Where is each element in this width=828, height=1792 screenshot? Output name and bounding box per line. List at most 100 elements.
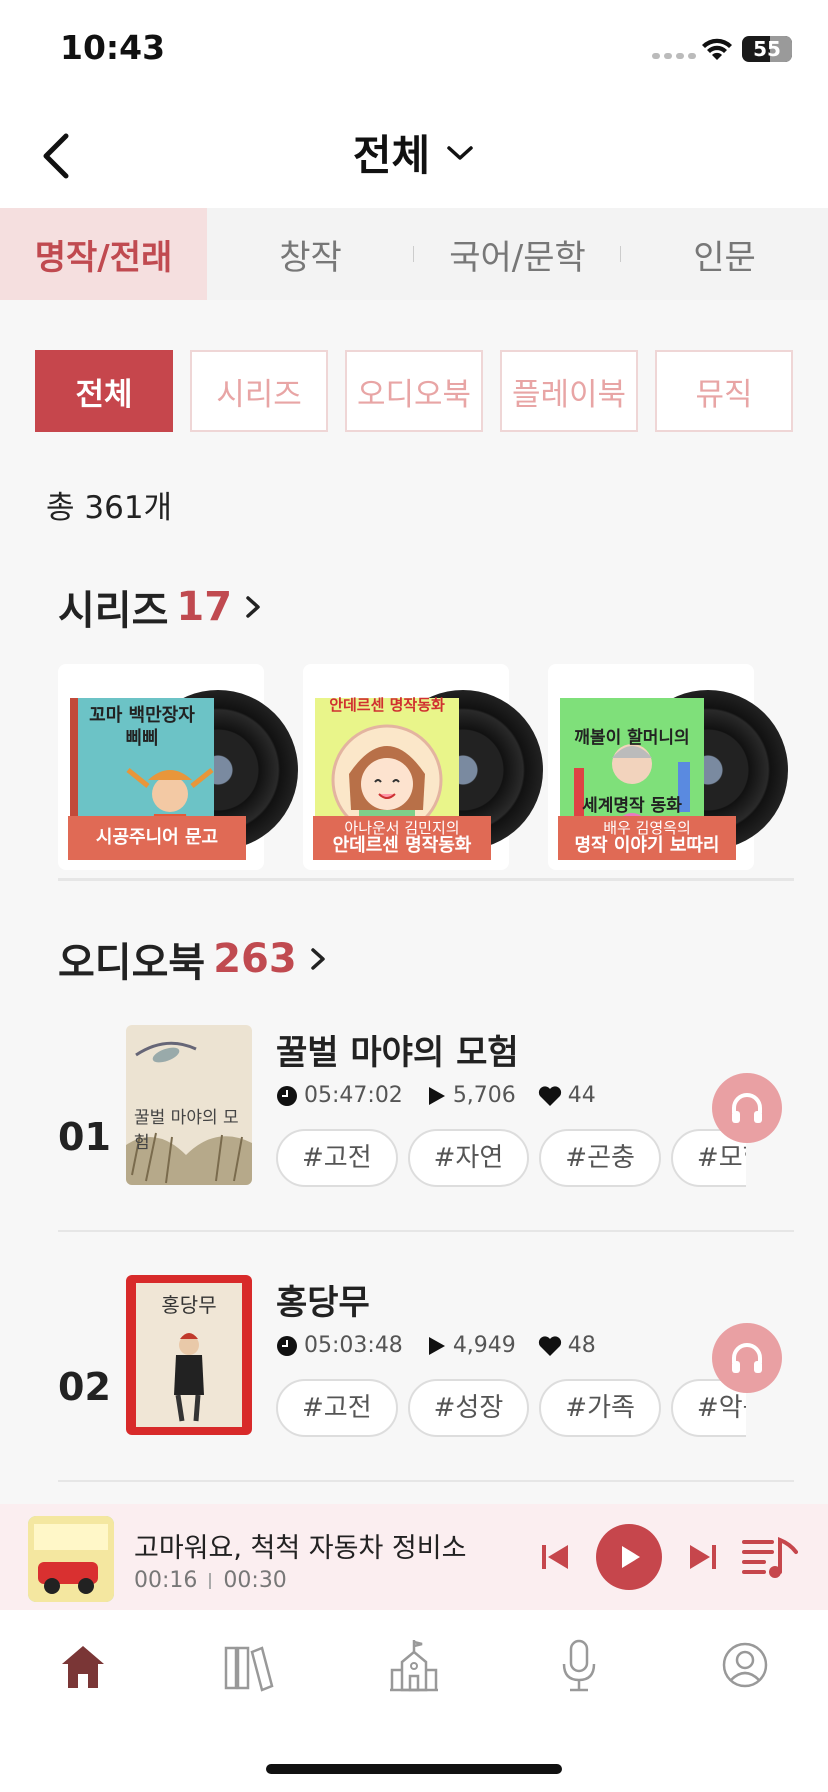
duration: 05:03:48 [304,1333,403,1358]
tag-chip[interactable]: #성장 [407,1379,530,1437]
series-narrator: 배우 김영옥의 [603,818,691,837]
clock-icon [277,1085,297,1106]
filter-series[interactable]: 시리즈 [190,350,328,432]
tab-masterpiece[interactable]: 명작/전래 [0,208,207,300]
filter-playbook[interactable]: 플레이북 [500,350,638,432]
listen-button[interactable] [712,1323,782,1393]
headphones-icon [732,1093,762,1123]
series-card[interactable]: 안데르센 명작동화 아나운서 김민지의 안데르센 명작동화 [303,664,543,870]
next-track-icon[interactable] [686,1540,720,1574]
play-count: 4,949 [452,1333,516,1358]
series-ribbon: 배우 김영옥의 명작 이야기 보따리 [558,816,736,860]
category-tabs: 명작/전래 창작 국어/문학 인문 [0,208,828,300]
now-playing-title: 고마워요, 척척 자동차 정비소 [134,1533,467,1564]
tag-chip[interactable]: #자연 [407,1129,530,1187]
tab-literature[interactable]: 국어/문학 [414,208,621,300]
home-icon[interactable] [58,1642,108,1692]
audiobook-header[interactable]: 오디오북 263 [58,930,329,988]
tag-chip[interactable]: #고전 [276,1129,398,1187]
cover-title: 꿀벌 마야의 모험 [134,1108,239,1153]
filter-music[interactable]: 뮤직 [655,350,793,432]
tab-creative[interactable]: 창작 [207,208,414,300]
like-count: 48 [567,1333,596,1358]
previous-track-icon[interactable] [538,1540,572,1574]
title-dropdown[interactable]: 전체 [0,122,828,183]
content-area: 전체 시리즈 오디오북 플레이북 뮤직 총 361개 시리즈 17 꼬마 백만장… [0,300,828,1504]
series-card[interactable]: 깨볼이 할머니의 세계명작 동화 배우 김영옥의 명작 이야기 보따리 [548,664,788,870]
rank-number: 02 [58,1365,111,1409]
tab-label: 국어/문학 [449,237,586,278]
series-cover-title: 안데르센 명작동화 [329,696,445,714]
row-divider [58,1230,794,1232]
tag-chip[interactable]: #곤충 [539,1129,661,1187]
series-ribbon: 시공주니어 문고 [68,816,246,860]
microphone-icon[interactable] [556,1638,602,1694]
rank-number: 01 [58,1115,111,1159]
series-name: 명작 이야기 보따리 [574,835,720,857]
heart-icon [538,1085,561,1106]
audiobook-title: 꿀벌 마야의 모험 [276,1033,519,1073]
play-button[interactable] [596,1524,662,1590]
school-icon[interactable] [388,1638,440,1694]
mini-player[interactable]: 고마워요, 척척 자동차 정비소 00:16 00:30 [0,1504,828,1610]
library-icon[interactable] [222,1642,274,1692]
section-divider [58,878,794,881]
listen-button[interactable] [712,1073,782,1143]
like-count: 44 [567,1083,596,1108]
playback-time: 00:16 00:30 [134,1568,287,1593]
audiobook-title: 홍당무 [276,1283,370,1323]
section-title: 시리즈 [58,588,169,634]
chevron-down-icon [447,145,473,160]
audiobook-meta: 05:47:02 5,706 44 [276,1083,612,1108]
series-name: 안데르센 명작동화 [332,835,472,857]
series-card[interactable]: 꼬마 백만장자 삐삐 시공주니어 문고 [58,664,298,870]
tag-chip[interactable]: #가족 [539,1379,661,1437]
battery-icon: 55 [742,36,792,62]
battery-level: 55 [753,37,781,61]
total-count: 총 361개 [46,490,173,526]
play-count: 5,706 [452,1083,516,1108]
play-count-icon [428,1336,445,1355]
cellular-signal-icon [652,53,698,59]
tag-list: #고전#성장#가족#악동 [276,1379,746,1439]
profile-icon[interactable] [720,1640,770,1690]
tag-list: #고전#자연#곤충#모험 [276,1129,746,1189]
play-icon [622,1546,640,1568]
audiobook-meta: 05:03:48 4,949 48 [276,1333,612,1358]
home-indicator [266,1764,562,1774]
section-count: 263 [213,936,297,982]
tag-chip[interactable]: #고전 [276,1379,398,1437]
heart-icon [538,1335,561,1356]
chevron-right-icon [310,948,325,970]
navigation-bar: 전체 [0,100,828,208]
series-carousel: 꼬마 백만장자 삐삐 시공주니어 문고 안데르센 명작동화 아나운서 김민지의 … [58,664,828,874]
now-playing-cover [28,1516,114,1602]
series-cover-title: 꼬마 백만장자 삐삐 [89,705,195,750]
audiobook-cover: 홍당무 [126,1275,252,1435]
audiobook-row[interactable]: 02 홍당무 홍당무 05:03:48 4,949 48 #고전 #성장 #가족 #악… [0,1275,828,1495]
page-title: 전체 [352,131,431,180]
audiobook-row[interactable]: 01 꿀벌 마야의 모험 꿀벌 마야의 모험 05:47:02 5,706 44… [0,1025,828,1245]
cover-title: 홍당무 [161,1293,217,1317]
row-divider [58,1480,794,1482]
headphones-icon [732,1343,762,1373]
section-title: 오디오북 [58,940,206,986]
playlist-icon[interactable] [742,1534,798,1580]
chevron-right-icon [246,596,260,618]
audiobook-cover: 꿀벌 마야의 모험 [126,1025,252,1185]
series-header[interactable]: 시리즈 17 [58,578,264,636]
clock-icon [277,1335,297,1356]
filter-audiobook[interactable]: 오디오북 [345,350,483,432]
play-count-icon [428,1086,445,1105]
series-ribbon: 아나운서 김민지의 안데르센 명작동화 [313,816,491,860]
elapsed-time: 00:16 [134,1568,198,1593]
filter-chips: 전체 시리즈 오디오북 플레이북 뮤직 [35,350,793,432]
total-time: 00:30 [223,1568,287,1593]
duration: 05:47:02 [304,1083,403,1108]
series-name: 시공주니어 문고 [95,827,219,849]
filter-all[interactable]: 전체 [35,350,173,432]
tab-humanities[interactable]: 인문 [621,208,828,300]
status-time: 10:43 [60,28,166,67]
tab-label: 명작/전래 [34,237,173,278]
tab-label: 인문 [693,237,756,278]
